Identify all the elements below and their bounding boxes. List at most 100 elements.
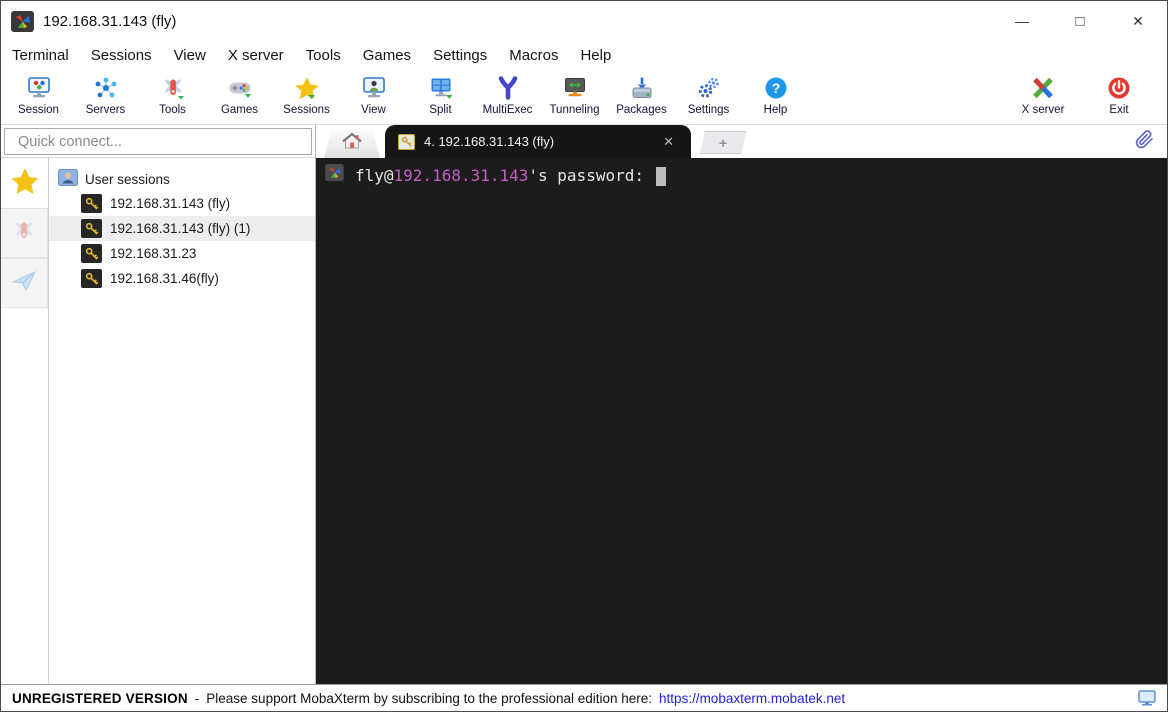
toolbar-view-button[interactable]: View	[340, 74, 407, 116]
remote-monitoring-icon[interactable]	[1138, 690, 1156, 706]
session-item-label: 192.168.31.143 (fly) (1)	[110, 221, 250, 236]
toolbar-label: Sessions	[283, 104, 330, 116]
paperclip-icon[interactable]	[1135, 130, 1154, 154]
toolbar-split-button[interactable]: Split	[407, 74, 474, 116]
active-tab-label: 4. 192.168.31.143 (fly)	[424, 134, 554, 149]
session-item-label: 192.168.31.23	[110, 246, 196, 261]
session-item[interactable]: 192.168.31.143 (fly) (1)	[49, 216, 315, 241]
mobatek-link[interactable]: https://mobaxterm.mobatek.net	[659, 691, 845, 706]
toolbar-tools-button[interactable]: Tools	[139, 74, 206, 116]
key-icon	[398, 134, 415, 150]
sidebar-panel-tabs	[1, 158, 49, 684]
paper-plane-icon	[11, 269, 37, 298]
swiss-knife-icon	[11, 219, 37, 248]
tab-close-icon[interactable]: ✕	[659, 132, 678, 152]
tab-bar: 4. 192.168.31.143 (fly) ✕ +	[316, 125, 1167, 158]
mobaxterm-logo-icon	[11, 11, 34, 32]
menu-games[interactable]: Games	[352, 47, 422, 64]
toolbar-label: MultiExec	[483, 104, 533, 116]
prompt-user: fly@	[355, 166, 394, 185]
window-title: 192.168.31.143 (fly)	[43, 13, 176, 30]
toolbar-games-button[interactable]: Games	[206, 74, 273, 116]
home-icon	[342, 132, 362, 155]
toolbar-label: X server	[1022, 104, 1065, 116]
sessions-star-icon	[294, 74, 320, 102]
home-tab[interactable]	[324, 128, 380, 158]
terminal-logo-icon	[325, 164, 344, 187]
minimize-button[interactable]: —	[993, 1, 1051, 41]
tunneling-icon	[562, 74, 588, 102]
user-sessions-folder-icon	[58, 169, 78, 189]
toolbar-servers-button[interactable]: Servers	[72, 74, 139, 116]
toolbar-label: Tools	[159, 104, 186, 116]
menu-tools[interactable]: Tools	[295, 47, 352, 64]
prompt-host: 192.168.31.143	[394, 166, 529, 185]
menu-view[interactable]: View	[163, 47, 217, 64]
toolbar-label: View	[361, 104, 386, 116]
session-item-label: 192.168.31.46(fly)	[110, 271, 219, 286]
toolbar-label: Help	[764, 104, 788, 116]
status-bar: UNREGISTERED VERSION - Please support Mo…	[1, 684, 1167, 711]
unregistered-version-label: UNREGISTERED VERSION	[12, 691, 188, 706]
session-item[interactable]: 192.168.31.143 (fly)	[49, 191, 315, 216]
sidebar: User sessions 192.168.31.143 (fly) 192.1…	[1, 125, 316, 684]
key-icon	[81, 219, 102, 238]
split-icon	[428, 74, 454, 102]
menu-sessions[interactable]: Sessions	[80, 47, 163, 64]
toolbar-sessions-button[interactable]: Sessions	[273, 74, 340, 116]
session-item[interactable]: 192.168.31.46(fly)	[49, 266, 315, 291]
multiexec-icon	[495, 74, 521, 102]
menu-bar: Terminal Sessions View X server Tools Ga…	[1, 41, 1167, 69]
key-icon	[81, 269, 102, 288]
terminal-cursor	[656, 167, 666, 186]
toolbar-packages-button[interactable]: Packages	[608, 74, 675, 116]
key-icon	[81, 194, 102, 213]
toolbar-label: Exit	[1109, 104, 1128, 116]
packages-icon	[629, 74, 655, 102]
toolbar-x-server-button[interactable]: X server	[1005, 74, 1081, 116]
toolbar-label: Games	[221, 104, 258, 116]
menu-macros[interactable]: Macros	[498, 47, 569, 64]
title-bar: 192.168.31.143 (fly) — □ ✕	[1, 1, 1167, 41]
sessions-panel-tab[interactable]	[1, 158, 48, 208]
toolbar-label: Tunneling	[549, 104, 599, 116]
quick-connect-input[interactable]	[4, 128, 312, 155]
prompt-suffix: 's password:	[528, 166, 653, 185]
help-icon: ?	[764, 74, 788, 102]
toolbar-label: Split	[429, 104, 451, 116]
menu-help[interactable]: Help	[569, 47, 622, 64]
toolbar-session-button[interactable]: Session	[5, 74, 72, 116]
toolbar-settings-button[interactable]: Settings	[675, 74, 742, 116]
session-icon	[26, 74, 52, 102]
star-icon	[10, 167, 40, 200]
macros-panel-tab[interactable]	[1, 258, 48, 308]
menu-settings[interactable]: Settings	[422, 47, 498, 64]
maximize-button[interactable]: □	[1051, 1, 1109, 41]
toolbar-label: Settings	[688, 104, 730, 116]
tree-root-user-sessions[interactable]: User sessions	[49, 167, 315, 191]
svg-text:?: ?	[771, 80, 780, 96]
x-server-icon	[1030, 74, 1056, 102]
servers-icon	[93, 74, 119, 102]
key-icon	[81, 244, 102, 263]
toolbar-help-button[interactable]: ? Help	[742, 74, 809, 116]
terminal-prompt: fly@192.168.31.143's password:	[355, 165, 666, 187]
menu-x-server[interactable]: X server	[217, 47, 295, 64]
view-icon	[361, 74, 387, 102]
games-icon	[227, 74, 253, 102]
menu-terminal[interactable]: Terminal	[1, 47, 80, 64]
session-item[interactable]: 192.168.31.23	[49, 241, 315, 266]
tools-panel-tab[interactable]	[1, 208, 48, 258]
tools-icon	[160, 74, 186, 102]
status-separator: -	[195, 691, 200, 706]
toolbar-exit-button[interactable]: Exit	[1081, 74, 1157, 116]
terminal-area[interactable]: fly@192.168.31.143's password:	[316, 158, 1167, 684]
active-terminal-tab[interactable]: 4. 192.168.31.143 (fly) ✕	[385, 125, 691, 158]
toolbar-multiexec-button[interactable]: MultiExec	[474, 74, 541, 116]
close-button[interactable]: ✕	[1109, 1, 1167, 41]
new-tab-button[interactable]: +	[700, 131, 746, 154]
sessions-tree: User sessions 192.168.31.143 (fly) 192.1…	[49, 158, 315, 684]
toolbar-tunneling-button[interactable]: Tunneling	[541, 74, 608, 116]
tree-root-label: User sessions	[85, 172, 170, 187]
toolbar-label: Packages	[616, 104, 667, 116]
